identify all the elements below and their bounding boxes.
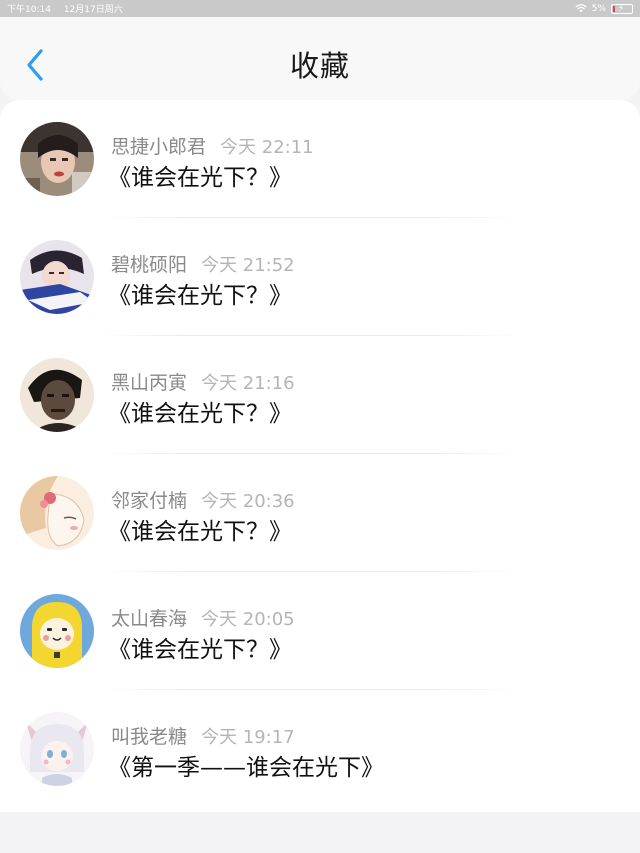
user-name: 太山春海 bbox=[111, 608, 188, 630]
list-item[interactable]: 思捷小郎君 今天 22:11 《谁会在光下？》 bbox=[0, 100, 640, 218]
timestamp: 今天 20:05 bbox=[201, 609, 295, 630]
item-title: 《谁会在光下？》 bbox=[108, 401, 292, 427]
status-right: 5% ⚡ bbox=[575, 3, 633, 14]
item-meta: 叫我老糖 今天 19:17 bbox=[111, 722, 295, 749]
user-name: 碧桃硕阳 bbox=[111, 254, 188, 276]
item-meta: 邻家付楠 今天 20:36 bbox=[111, 486, 295, 513]
list-item[interactable]: 黑山丙寅 今天 21:16 《谁会在光下？》 bbox=[0, 336, 640, 454]
user-name: 邻家付楠 bbox=[111, 490, 188, 512]
favorites-list: 思捷小郎君 今天 22:11 《谁会在光下？》 碧桃硕阳 今天 21:52 《谁会在… bbox=[0, 100, 640, 812]
timestamp: 今天 21:52 bbox=[201, 255, 295, 276]
page-title: 收藏 bbox=[289, 49, 350, 83]
list-item[interactable]: 碧桃硕阳 今天 21:52 《谁会在光下？》 bbox=[0, 218, 640, 336]
avatar bbox=[20, 712, 94, 786]
timestamp: 今天 22:11 bbox=[220, 137, 314, 158]
item-title: 《谁会在光下？》 bbox=[108, 519, 292, 545]
item-title: 《谁会在光下？》 bbox=[108, 283, 292, 309]
timestamp: 今天 20:36 bbox=[201, 491, 295, 512]
item-meta: 碧桃硕阳 今天 21:52 bbox=[111, 250, 295, 277]
timestamp: 今天 19:17 bbox=[201, 727, 295, 748]
avatar bbox=[20, 240, 94, 314]
avatar bbox=[20, 594, 94, 668]
battery-percent: 5% bbox=[591, 3, 606, 14]
wifi-icon bbox=[575, 4, 587, 13]
item-meta: 黑山丙寅 今天 21:16 bbox=[111, 368, 295, 395]
item-title: 《谁会在光下？》 bbox=[108, 165, 292, 191]
list-item[interactable]: 邻家付楠 今天 20:36 《谁会在光下？》 bbox=[0, 454, 640, 572]
status-bar: 下午10:14 12月17日周六 5% ⚡ bbox=[0, 0, 640, 17]
timestamp: 今天 21:16 bbox=[201, 373, 295, 394]
item-meta: 思捷小郎君 今天 22:11 bbox=[111, 132, 314, 159]
user-name: 思捷小郎君 bbox=[111, 136, 207, 158]
avatar bbox=[20, 122, 94, 196]
list-item[interactable]: 太山春海 今天 20:05 《谁会在光下？》 bbox=[0, 572, 640, 690]
avatar bbox=[20, 476, 94, 550]
avatar bbox=[20, 358, 94, 432]
user-name: 黑山丙寅 bbox=[111, 372, 188, 394]
user-name: 叫我老糖 bbox=[111, 726, 188, 748]
item-title: 《第一季——谁会在光下》 bbox=[108, 755, 384, 781]
status-date: 12月17日周六 bbox=[63, 5, 123, 15]
battery-icon: ⚡ bbox=[611, 3, 633, 14]
status-time: 下午10:14 bbox=[7, 5, 51, 15]
item-meta: 太山春海 今天 20:05 bbox=[111, 604, 295, 631]
status-left: 下午10:14 12月17日周六 bbox=[7, 2, 133, 15]
item-title: 《谁会在光下？》 bbox=[108, 637, 292, 663]
nav-bar: 收藏 bbox=[0, 17, 640, 100]
list-item[interactable]: 叫我老糖 今天 19:17 《第一季——谁会在光下》 bbox=[0, 690, 640, 808]
